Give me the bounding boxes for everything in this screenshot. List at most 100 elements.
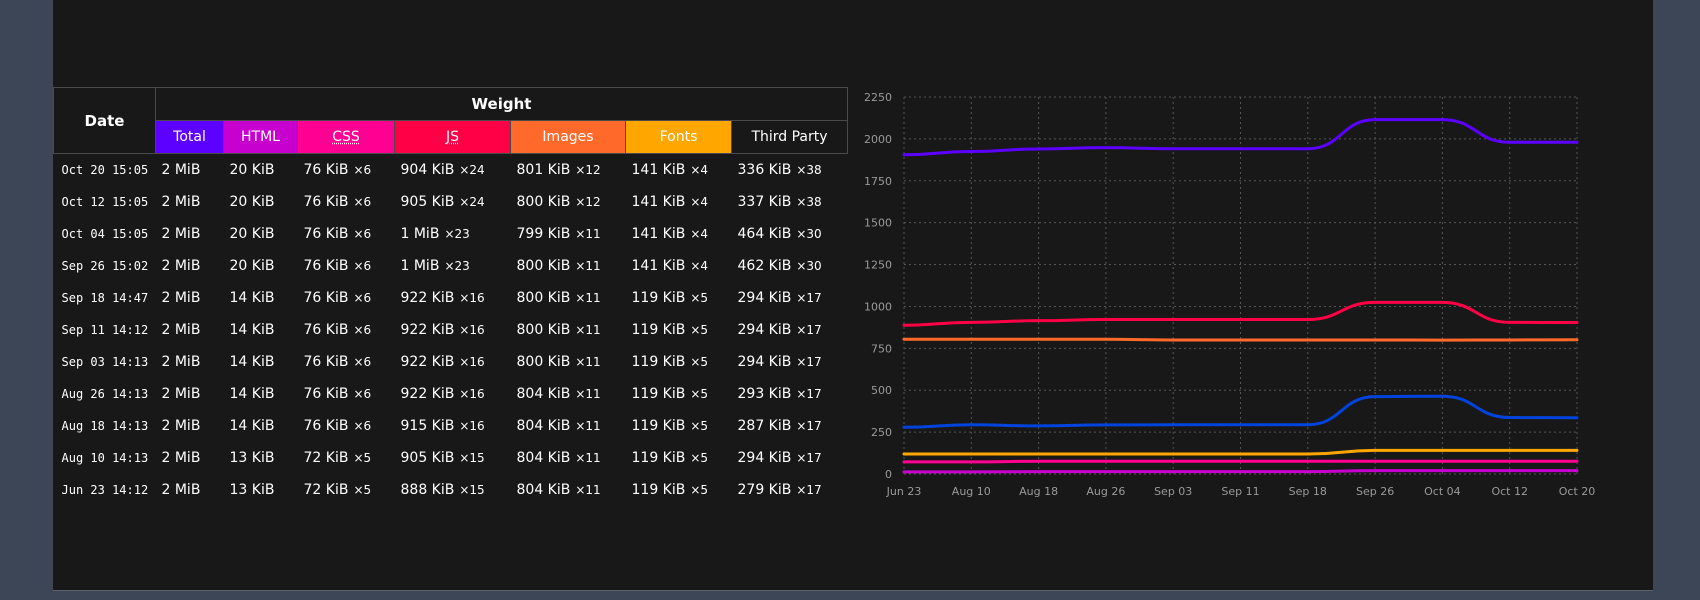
weight-value: 141 KiB <box>631 226 686 242</box>
weight-value: 2 MiB <box>161 322 201 338</box>
weight-cell: 293 KiB ×17 <box>732 378 848 410</box>
table-row: Sep 26 15:02 2 MiB 20 KiB 76 KiB ×6 1 MiB ×23 8… <box>54 250 848 282</box>
column-header-html: HTML <box>223 120 298 154</box>
weight-cell: 800 KiB ×11 <box>511 346 626 378</box>
request-count: ×11 <box>575 355 601 369</box>
weight-cell: 141 KiB ×4 <box>626 186 732 218</box>
weight-value: 294 KiB <box>737 322 792 338</box>
request-count: ×15 <box>459 451 485 465</box>
weight-value: 76 KiB <box>303 162 349 178</box>
weight-value: 888 KiB <box>400 482 455 498</box>
report-panel: Date Weight Total HTML CSS JS Images Fonts Thi… <box>53 0 1653 591</box>
weight-chart: 0 250 500 750 1000 1250 1500 1750 2000 2250 Jun 23… <box>853 80 1693 510</box>
weight-value: 20 KiB <box>229 226 275 242</box>
weight-header: Weight <box>155 87 848 121</box>
weight-value: 2 MiB <box>161 290 201 306</box>
weight-cell: 76 KiB ×6 <box>298 250 395 282</box>
weight-value: 2 MiB <box>161 418 201 434</box>
weight-cell: 76 KiB ×6 <box>298 218 395 250</box>
weight-value: 337 KiB <box>737 194 792 210</box>
y-tick-label: 1250 <box>864 259 892 272</box>
weight-cell: 2 MiB <box>156 378 224 410</box>
weight-cell: 2 MiB <box>156 282 224 314</box>
weight-value: 800 KiB <box>516 194 571 210</box>
weight-cell: 2 MiB <box>156 250 224 282</box>
weight-value: 20 KiB <box>229 258 275 274</box>
column-header-css: CSS <box>297 120 395 154</box>
request-count: ×5 <box>690 387 709 401</box>
weight-cell: 336 KiB ×38 <box>732 154 848 187</box>
weight-value: 2 MiB <box>161 258 201 274</box>
weight-cell: 922 KiB ×16 <box>395 378 511 410</box>
weight-cell: 804 KiB ×11 <box>511 474 626 506</box>
weight-cell: 1 MiB ×23 <box>395 250 511 282</box>
request-count: ×11 <box>575 451 601 465</box>
weight-value: 804 KiB <box>516 386 571 402</box>
request-count: ×6 <box>353 163 372 177</box>
series-line-2 <box>902 459 1579 464</box>
weight-value: 119 KiB <box>631 482 686 498</box>
weight-value: 76 KiB <box>303 354 349 370</box>
x-tick-label: Oct 04 <box>1424 485 1461 498</box>
request-count: ×38 <box>796 163 822 177</box>
weight-cell: 800 KiB ×12 <box>511 186 626 218</box>
weight-value: 2 MiB <box>161 226 201 242</box>
weight-value: 922 KiB <box>400 386 455 402</box>
weight-cell: 72 KiB ×5 <box>298 442 395 474</box>
weight-cell: 922 KiB ×16 <box>395 282 511 314</box>
weight-value: 336 KiB <box>737 162 792 178</box>
weight-value: 76 KiB <box>303 418 349 434</box>
weight-cell: 14 KiB <box>224 410 298 442</box>
weight-value: 287 KiB <box>737 418 792 434</box>
column-header-label[interactable]: CSS <box>332 129 360 145</box>
y-tick-label: 500 <box>871 384 892 397</box>
weight-value: 800 KiB <box>516 322 571 338</box>
weight-cell: 20 KiB <box>224 218 298 250</box>
request-count: ×16 <box>459 355 485 369</box>
weight-cell: 2 MiB <box>156 186 224 218</box>
weight-cell: 905 KiB ×15 <box>395 442 511 474</box>
y-tick-label: 0 <box>885 468 892 481</box>
weight-value: 119 KiB <box>631 418 686 434</box>
x-tick-label: Aug 18 <box>1019 485 1058 498</box>
request-count: ×17 <box>796 419 822 433</box>
weight-value: 293 KiB <box>737 386 792 402</box>
weight-value: 72 KiB <box>303 450 349 466</box>
column-header-label: Images <box>542 129 594 145</box>
request-count: ×4 <box>690 163 709 177</box>
request-count: ×17 <box>796 451 822 465</box>
row-date: Aug 18 14:13 <box>61 419 149 433</box>
weight-value: 905 KiB <box>400 194 455 210</box>
weight-cell: 14 KiB <box>224 314 298 346</box>
column-header-label[interactable]: JS <box>446 129 459 145</box>
request-count: ×11 <box>575 323 601 337</box>
y-tick-label: 750 <box>871 342 892 355</box>
y-tick-label: 1500 <box>864 217 892 230</box>
column-header-fonts: Fonts <box>625 120 732 154</box>
request-count: ×23 <box>444 259 470 273</box>
column-header-label: Fonts <box>659 129 698 145</box>
weight-cell: 14 KiB <box>224 378 298 410</box>
table-row: Aug 10 14:13 2 MiB 13 KiB 72 KiB ×5 905 KiB ×1… <box>54 442 848 474</box>
weight-cell: 14 KiB <box>224 282 298 314</box>
request-count: ×5 <box>353 451 372 465</box>
weight-value: 20 KiB <box>229 162 275 178</box>
weight-value: 141 KiB <box>631 162 686 178</box>
weight-cell: 76 KiB ×6 <box>298 186 395 218</box>
x-tick-label: Aug 10 <box>952 485 991 498</box>
weight-value: 14 KiB <box>229 418 275 434</box>
weight-value: 14 KiB <box>229 290 275 306</box>
weight-value: 72 KiB <box>303 482 349 498</box>
request-count: ×11 <box>575 259 601 273</box>
weight-cell: 337 KiB ×38 <box>732 186 848 218</box>
weight-cell: 76 KiB ×6 <box>298 282 395 314</box>
row-date: Oct 04 15:05 <box>61 227 149 241</box>
weight-cell: 2 MiB <box>156 442 224 474</box>
weight-value: 904 KiB <box>400 162 455 178</box>
column-header-total: Total <box>155 120 224 154</box>
weight-cell: 922 KiB ×16 <box>395 346 511 378</box>
weight-value: 922 KiB <box>400 354 455 370</box>
series-line-1 <box>902 469 1579 474</box>
request-count: ×11 <box>575 387 601 401</box>
weight-cell: 141 KiB ×4 <box>626 250 732 282</box>
